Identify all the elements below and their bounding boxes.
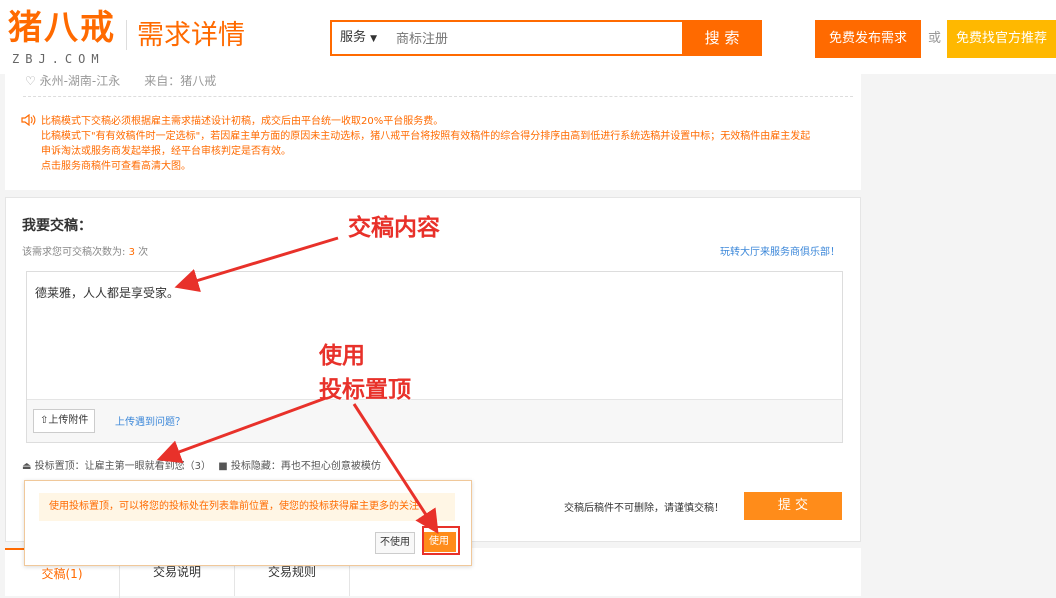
arrow [156, 396, 327, 464]
highlight-box [422, 526, 460, 555]
annotation-arrows [156, 236, 460, 555]
arrow [174, 236, 339, 293]
arrow [352, 403, 439, 535]
